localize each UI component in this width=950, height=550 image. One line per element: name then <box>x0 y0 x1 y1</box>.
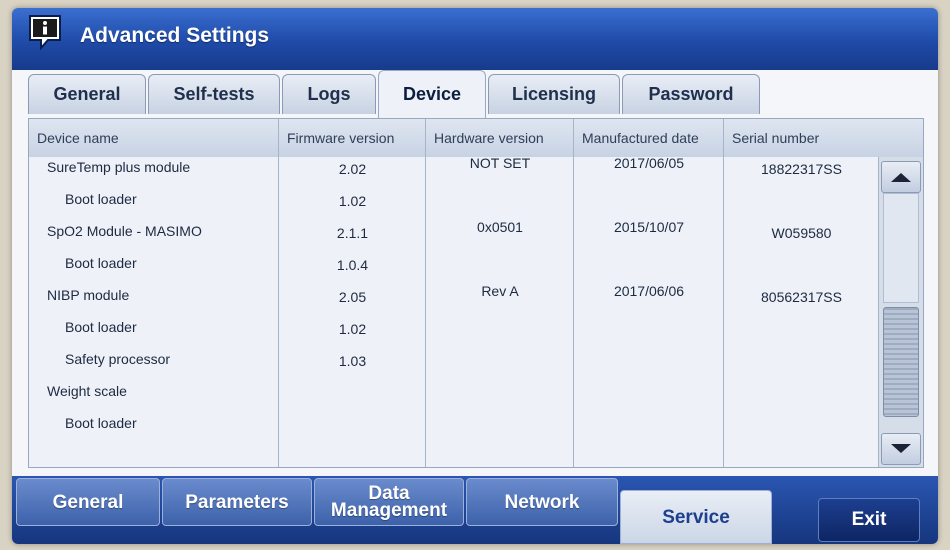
tab-device[interactable]: Device <box>378 70 486 118</box>
date-cell: 2017/06/05 <box>613 155 685 171</box>
table-header: Device name Firmware version Hardware ve… <box>29 119 923 157</box>
serial-cell: 18822317SS <box>761 161 842 177</box>
firmware-cell: 2.02 <box>338 161 367 177</box>
header-device-name: Device name <box>29 119 279 157</box>
scroll-thumb[interactable] <box>883 307 919 417</box>
device-name-cell: NIBP module <box>47 287 130 303</box>
scroll-up-button[interactable] <box>881 161 921 193</box>
serial-cell: W059580 <box>771 225 832 241</box>
nav-service[interactable]: Service <box>620 490 772 544</box>
device-name-cell: Weight scale <box>47 383 127 399</box>
device-name-cell: Boot loader <box>65 255 137 271</box>
firmware-cell: 1.0.4 <box>336 257 369 273</box>
device-name-cell: Safety processor <box>65 351 171 367</box>
firmware-cell: 1.02 <box>338 321 367 337</box>
nav-general[interactable]: General <box>16 478 160 526</box>
header-serial-number: Serial number <box>724 119 923 157</box>
device-name-cell: SureTemp plus module <box>47 159 191 175</box>
column-date <box>574 157 724 467</box>
nav-parameters[interactable]: Parameters <box>162 478 312 526</box>
nav-network[interactable]: Network <box>466 478 618 526</box>
tab-logs[interactable]: Logs <box>282 74 376 114</box>
scrollbar[interactable] <box>878 157 923 467</box>
tab-password[interactable]: Password <box>622 74 760 114</box>
date-cell: 2017/06/06 <box>613 283 685 299</box>
window-title: Advanced Settings <box>80 24 270 47</box>
header-firmware-version: Firmware version <box>279 119 426 157</box>
scroll-down-button[interactable] <box>881 433 921 465</box>
device-name-cell: Boot loader <box>65 415 137 431</box>
settings-tabs: General Self-tests Logs Device Licensing… <box>12 70 938 118</box>
info-speech-bubble-icon <box>29 15 61 50</box>
firmware-cell: 2.05 <box>338 289 367 305</box>
column-serial <box>724 157 879 467</box>
serial-cell: 80562317SS <box>761 289 842 305</box>
triangle-up-icon <box>891 173 911 182</box>
device-name-cell: SpO2 Module - MASIMO <box>47 223 202 239</box>
exit-button[interactable]: Exit <box>818 498 920 542</box>
triangle-down-icon <box>891 444 911 453</box>
device-screen: Advanced Settings General Self-tests Log… <box>12 8 938 544</box>
header-hardware-version: Hardware version <box>426 119 574 157</box>
tab-self-tests[interactable]: Self-tests <box>148 74 280 114</box>
firmware-cell: 1.02 <box>338 193 367 209</box>
tab-general[interactable]: General <box>28 74 146 114</box>
date-cell: 2015/10/07 <box>613 219 685 235</box>
bottom-navigation: General Parameters Data Management Netwo… <box>12 476 938 544</box>
header-manufactured-date: Manufactured date <box>574 119 724 157</box>
title-bar: Advanced Settings <box>12 8 938 70</box>
device-info-panel: Device name Firmware version Hardware ve… <box>28 118 924 468</box>
device-name-cell: Boot loader <box>65 191 137 207</box>
column-hardware <box>426 157 574 467</box>
hardware-cell: NOT SET <box>469 155 531 171</box>
firmware-cell: 1.03 <box>338 353 367 369</box>
nav-data-management[interactable]: Data Management <box>314 478 464 526</box>
scroll-track[interactable] <box>883 193 919 303</box>
tab-licensing[interactable]: Licensing <box>488 74 620 114</box>
firmware-cell: 2.1.1 <box>336 225 369 241</box>
device-name-cell: Boot loader <box>65 319 137 335</box>
hardware-cell: Rev A <box>481 283 519 299</box>
hardware-cell: 0x0501 <box>477 219 523 235</box>
